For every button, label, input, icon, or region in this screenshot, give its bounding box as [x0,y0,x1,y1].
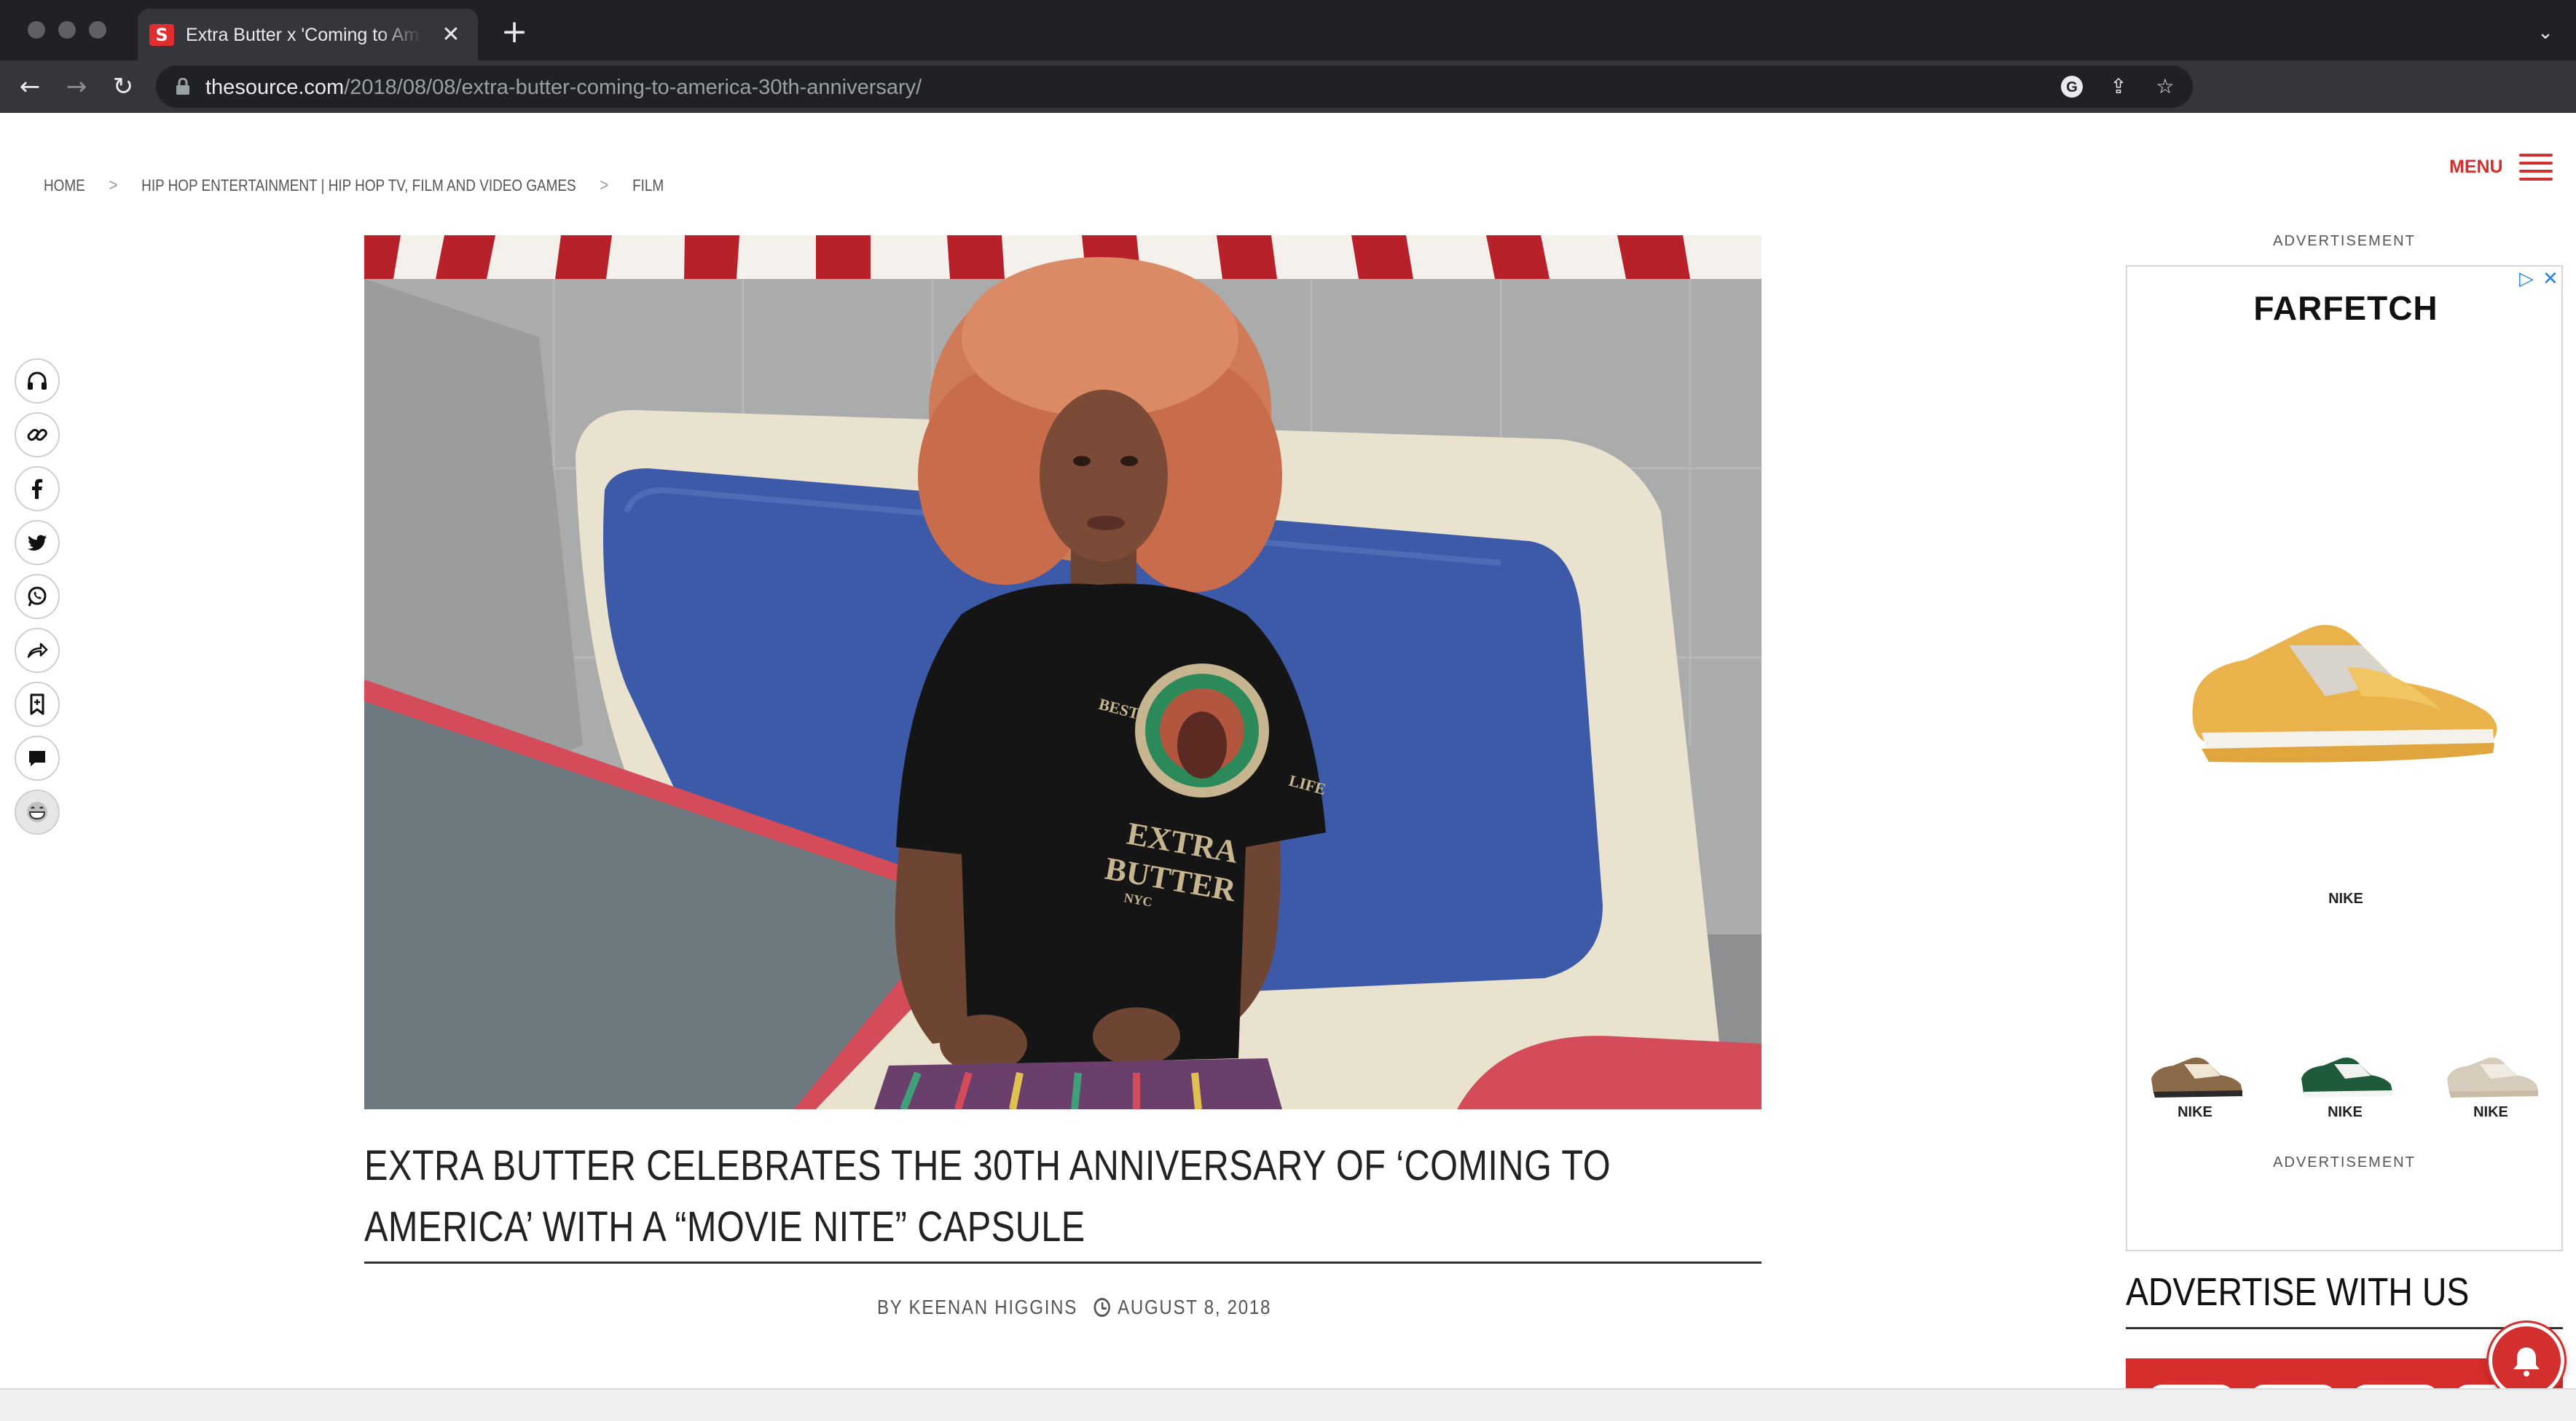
ad-brand: FARFETCH [2253,289,2438,327]
adchoices-icon[interactable]: ▷ [2519,268,2534,290]
reload-icon[interactable]: ↻ [106,70,140,103]
page-content: HOME > HIP HOP ENTERTAINMENT | HIP HOP T… [0,113,2576,1421]
tab-close-icon[interactable]: ✕ [438,22,464,48]
svg-text:G: G [2066,79,2078,95]
article-title: EXTRA BUTTER CELEBRATES THE 30TH ANNIVER… [364,1142,1611,1251]
emoji-icon[interactable] [15,790,60,835]
window-zoom-button[interactable] [89,21,106,39]
ad-main-label: NIKE [2328,891,2363,907]
google-icon[interactable]: G [2059,74,2085,100]
sneaker-thumb-2[interactable] [2290,1035,2400,1115]
ad-item-label: NIKE [2473,1104,2508,1120]
menu-button[interactable]: MENU [2449,149,2553,184]
notification-bell-button[interactable] [2486,1320,2567,1401]
sneaker-thumb-3[interactable] [2436,1035,2545,1115]
ad-label-bottom: ADVERTISEMENT [2273,1154,2416,1170]
breadcrumb-category[interactable]: HIP HOP ENTERTAINMENT | HIP HOP TV, FILM… [141,176,576,195]
window-minimize-button[interactable] [58,21,76,39]
lock-icon [176,78,189,95]
title-divider [364,1261,1762,1264]
ad-item-label: NIKE [2328,1104,2363,1120]
author[interactable]: BY KEENAN HIGGINS [877,1296,1077,1319]
window-close-button[interactable] [28,21,45,39]
breadcrumb: HOME > HIP HOP ENTERTAINMENT | HIP HOP T… [44,171,664,200]
url-host: thesource.com [205,76,345,99]
browser-tab-bar: S Extra Butter x 'Coming to America ✕ + … [0,0,2576,60]
clock-icon [1093,1298,1110,1317]
address-bar[interactable]: thesource.com/2018/08/08/extra-butter-co… [156,66,2193,108]
breadcrumb-sub[interactable]: FILM [632,176,664,195]
advertise-heading: ADVERTISE WITH US [2126,1270,2470,1314]
share-icon[interactable]: ⇪ [2105,74,2132,100]
share-arrow-icon[interactable] [15,628,60,673]
breadcrumb-separator: > [109,176,118,195]
sneaker-thumb-1[interactable] [2140,1035,2250,1115]
star-icon[interactable]: ☆ [2152,74,2178,100]
hamburger-icon [2518,152,2553,181]
forward-icon[interactable]: → [60,70,93,103]
tab-list-icon[interactable]: ⌄ [2532,19,2559,45]
sneaker-image[interactable] [2180,587,2508,776]
site-favicon: S [149,24,174,46]
active-tab[interactable]: S Extra Butter x 'Coming to America ✕ [138,9,478,60]
breadcrumb-home[interactable]: HOME [44,176,85,195]
bell-icon [2513,1347,2540,1377]
headphones-icon[interactable] [15,358,60,404]
twitter-icon[interactable] [15,520,60,565]
new-tab-icon[interactable]: + [497,16,532,51]
advertise-divider [2126,1327,2563,1329]
menu-label: MENU [2449,156,2503,177]
sidebar-ad[interactable]: ▷ ✕ FARFETCH NIKE NIKE NIKE NIKE [2126,265,2563,1251]
ad-item-label: NIKE [2178,1104,2212,1120]
hero-photo: BEST LIFE EXTRA BUTTER NYC [364,235,1762,1109]
publish-date: AUGUST 8, 2018 [1118,1296,1272,1318]
ad-label-top: ADVERTISEMENT [2273,233,2416,249]
bookmark-icon[interactable] [15,682,60,727]
facebook-icon[interactable] [15,466,60,511]
hero-image: BEST LIFE EXTRA BUTTER NYC [364,235,1762,1109]
url-path: /2018/08/08/extra-butter-coming-to-ameri… [344,76,922,99]
back-icon[interactable]: ← [13,70,47,103]
comment-icon[interactable] [15,736,60,781]
bottom-bar [0,1388,2576,1421]
breadcrumb-separator: > [600,176,609,195]
whatsapp-icon[interactable] [15,574,60,619]
url-text: thesource.com/2018/08/08/extra-butter-co… [205,76,922,100]
ad-close-icon[interactable]: ✕ [2542,268,2559,290]
link-icon[interactable] [15,412,60,457]
tab-title-fade [378,22,422,48]
browser-toolbar: ← → ↻ thesource.com/2018/08/08/extra-but… [0,60,2576,113]
byline: BY KEENAN HIGGINS AUGUST 8, 2018 [877,1293,1271,1322]
